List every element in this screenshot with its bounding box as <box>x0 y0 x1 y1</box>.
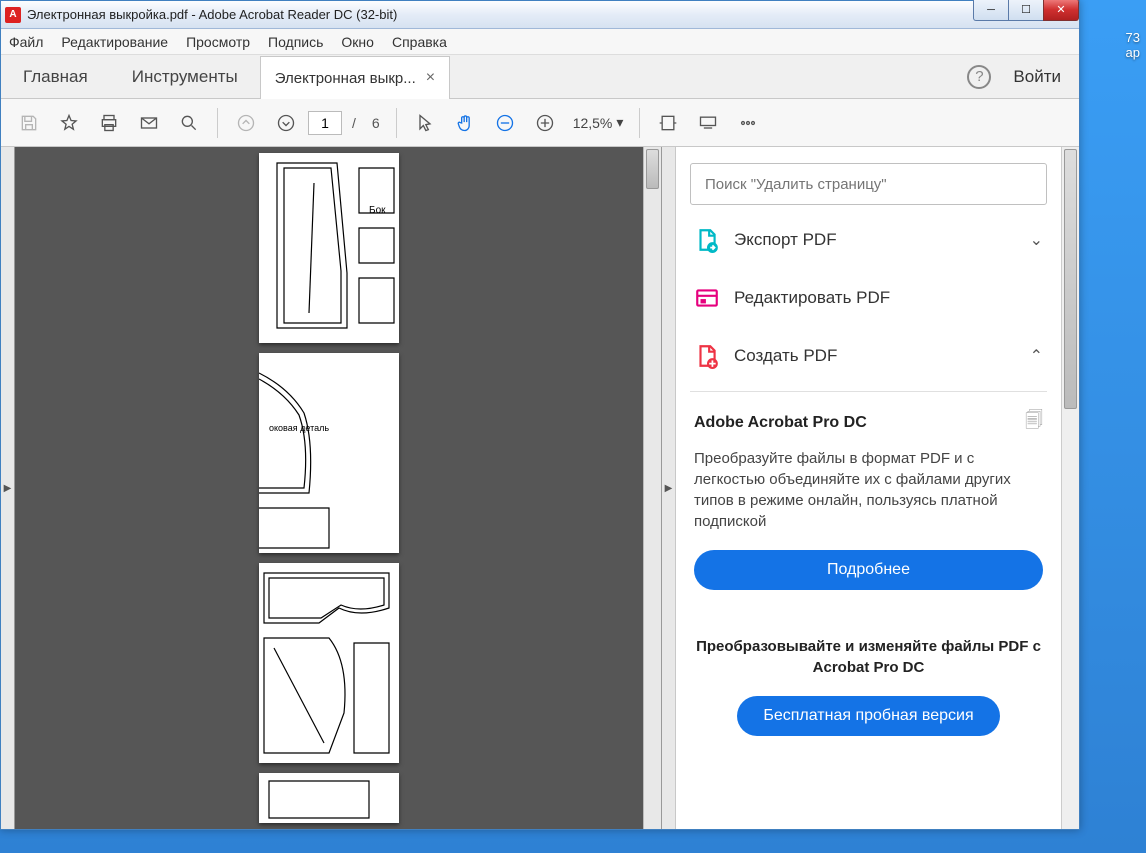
right-panel-toggle[interactable]: ▶ <box>661 147 675 829</box>
promo-create-pdf: Adobe Acrobat Pro DC 🗐 Преобразуйте файл… <box>690 391 1047 598</box>
page-thumbnail-4[interactable] <box>259 773 399 823</box>
save-icon <box>11 105 47 141</box>
chevron-down-icon: ⌄ <box>1030 230 1043 250</box>
menubar: Файл Редактирование Просмотр Подпись Окн… <box>1 29 1079 55</box>
tool-label: Создать PDF <box>734 346 1030 366</box>
app-icon: A <box>5 7 21 23</box>
tool-label: Экспорт PDF <box>734 230 1030 250</box>
read-mode-icon[interactable] <box>690 105 726 141</box>
page-total: 6 <box>372 115 380 131</box>
help-icon[interactable]: ? <box>967 65 991 89</box>
tab-close-icon[interactable]: × <box>426 69 435 87</box>
window-title: Электронная выкройка.pdf - Adobe Acrobat… <box>27 7 397 22</box>
print-icon[interactable] <box>91 105 127 141</box>
tools-sidebar: Экспорт PDF ⌄ Редактировать PDF Создать … <box>675 147 1079 829</box>
fit-width-icon[interactable] <box>650 105 686 141</box>
promo-text: Преобразуйте файлы в формат PDF и с легк… <box>694 448 1043 532</box>
content-area: ▶ Бок оковая деталь <box>1 147 1079 829</box>
more-tools-icon[interactable] <box>730 105 766 141</box>
menu-view[interactable]: Просмотр <box>186 34 250 50</box>
app-window: A Электронная выкройка.pdf - Adobe Acrob… <box>0 0 1080 830</box>
promo-trial: Преобразовывайте и изменяйте файлы PDF с… <box>690 636 1047 736</box>
promo2-title: Преобразовывайте и изменяйте файлы PDF с… <box>690 636 1047 678</box>
pages-column[interactable]: Бок оковая деталь <box>15 147 643 829</box>
svg-text:Бок: Бок <box>369 205 386 216</box>
search-doc-icon[interactable] <box>171 105 207 141</box>
page-up-icon <box>228 105 264 141</box>
titlebar[interactable]: A Электронная выкройка.pdf - Adobe Acrob… <box>1 1 1079 29</box>
tool-edit-pdf[interactable]: Редактировать PDF <box>690 275 1047 321</box>
mail-icon[interactable] <box>131 105 167 141</box>
chevron-up-icon: ⌃ <box>1030 346 1043 366</box>
page-thumbnail-1[interactable]: Бок <box>259 153 399 343</box>
promo-title: Adobe Acrobat Pro DC <box>694 414 867 432</box>
learn-more-button[interactable]: Подробнее <box>694 550 1043 590</box>
tool-create-pdf[interactable]: Создать PDF ⌃ <box>690 333 1047 379</box>
menu-help[interactable]: Справка <box>392 34 447 50</box>
create-pdf-icon <box>694 343 720 369</box>
tool-export-pdf[interactable]: Экспорт PDF ⌄ <box>690 217 1047 263</box>
zoom-out-icon[interactable] <box>487 105 523 141</box>
document-area: ▶ Бок оковая деталь <box>1 147 675 829</box>
tab-document[interactable]: Электронная выкр... × <box>260 56 450 99</box>
chevron-down-icon: ▾ <box>616 114 623 131</box>
minimize-button[interactable]: ─ <box>973 0 1009 21</box>
edit-pdf-icon <box>694 285 720 311</box>
page-down-icon[interactable] <box>268 105 304 141</box>
tools-search[interactable] <box>690 163 1047 205</box>
export-pdf-icon <box>694 227 720 253</box>
zoom-in-icon[interactable] <box>527 105 563 141</box>
page-separator: / <box>352 115 356 131</box>
menu-window[interactable]: Окно <box>341 34 374 50</box>
close-button[interactable]: ✕ <box>1043 0 1079 21</box>
desktop-fragment: 73 ap <box>1126 30 1140 60</box>
menu-edit[interactable]: Редактирование <box>61 34 168 50</box>
scrollbar-thumb[interactable] <box>646 149 659 189</box>
hand-tool-icon[interactable] <box>447 105 483 141</box>
tools-search-input[interactable] <box>705 176 1032 193</box>
document-scrollbar[interactable] <box>643 147 661 829</box>
menu-file[interactable]: Файл <box>9 34 43 50</box>
window-controls: ─ ☐ ✕ <box>974 0 1079 21</box>
maximize-button[interactable]: ☐ <box>1008 0 1044 21</box>
select-tool-icon[interactable] <box>407 105 443 141</box>
page-thumbnail-2[interactable]: оковая деталь <box>259 353 399 553</box>
tab-tools[interactable]: Инструменты <box>110 55 260 98</box>
svg-text:оковая деталь: оковая деталь <box>269 423 329 433</box>
tab-document-label: Электронная выкр... <box>275 70 416 87</box>
menu-sign[interactable]: Подпись <box>268 34 323 50</box>
tabs-row: Главная Инструменты Электронная выкр... … <box>1 55 1079 99</box>
star-icon[interactable] <box>51 105 87 141</box>
tab-home[interactable]: Главная <box>1 55 110 98</box>
login-button[interactable]: Войти <box>1013 67 1061 87</box>
sidebar-scrollbar[interactable] <box>1061 147 1079 829</box>
zoom-dropdown[interactable]: 12,5% ▾ <box>567 114 630 131</box>
toolbar: / 6 12,5% ▾ <box>1 99 1079 147</box>
left-panel-toggle[interactable]: ▶ <box>1 147 15 829</box>
tool-label: Редактировать PDF <box>734 288 1043 308</box>
scrollbar-thumb[interactable] <box>1064 149 1077 409</box>
files-icon[interactable]: 🗐 <box>1025 408 1043 438</box>
free-trial-button[interactable]: Бесплатная пробная версия <box>737 696 999 736</box>
page-number-input[interactable] <box>308 111 342 135</box>
page-thumbnail-3[interactable] <box>259 563 399 763</box>
